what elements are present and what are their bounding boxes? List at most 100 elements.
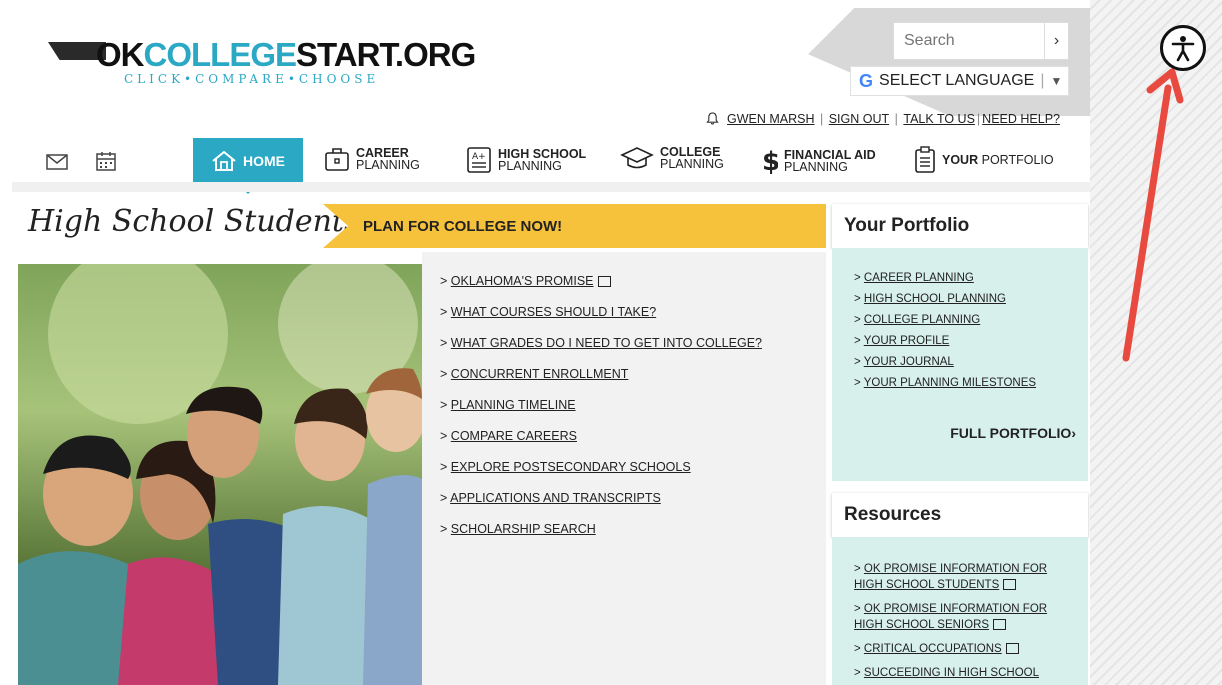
language-separator: | [1040, 72, 1045, 89]
bullet-prefix: > [854, 314, 861, 326]
talk-to-us-link[interactable]: TALK TO US [903, 112, 975, 126]
external-link-icon [1005, 643, 1019, 655]
bullet-prefix: > [854, 335, 861, 347]
quick-link-link[interactable]: APPLICATIONS AND TRANSCRIPTS [450, 491, 661, 505]
mail-icon[interactable] [46, 154, 68, 170]
language-select[interactable]: G SELECT LANGUAGE | ▼ [850, 66, 1069, 96]
portfolio-link-link[interactable]: COLLEGE PLANNING [864, 314, 980, 326]
dropdown-arrow-icon: ▼ [1050, 74, 1063, 88]
google-icon: G [859, 70, 874, 91]
search-box: › [893, 22, 1069, 60]
separator: | [976, 112, 981, 126]
resource-link-link[interactable]: CRITICAL OCCUPATIONS [864, 643, 1002, 655]
user-name-link[interactable]: GWEN MARSH [727, 112, 815, 126]
logo-text: OKCOLLEGESTART.ORG [96, 36, 476, 73]
quick-link: > WHAT COURSES SHOULD I TAKE? [440, 305, 826, 323]
separator: | [894, 112, 898, 126]
portfolio-card: > CAREER PLANNING > HIGH SCHOOL PLANNING >… [832, 248, 1088, 481]
portfolio-link: > YOUR PROFILE [854, 335, 1088, 347]
resources-card: > OK PROMISE INFORMATION FOR HIGH SCHOOL… [832, 537, 1088, 685]
portfolio-link-link[interactable]: YOUR PLANNING MILESTONES [864, 377, 1036, 389]
separator: | [819, 112, 824, 126]
accessibility-icon [1171, 36, 1195, 62]
full-portfolio-link[interactable]: FULL PORTFOLIO› [950, 425, 1076, 441]
logo-tagline: CLICK•COMPARE•CHOOSE [124, 72, 380, 86]
quick-link: > OKLAHOMA'S PROMISE [440, 274, 826, 292]
plan-for-college-banner: PLAN FOR COLLEGE NOW! [323, 204, 826, 248]
nav-fin-rest: PLANNING [784, 160, 848, 174]
portfolio-link: > YOUR JOURNAL [854, 356, 1088, 368]
resource-link: > OK PROMISE INFORMATION FOR HIGH SCHOOL… [854, 601, 1078, 633]
quick-link-link[interactable]: PLANNING TIMELINE [451, 398, 576, 412]
home-icon [212, 150, 236, 171]
page: OKCOLLEGESTART.ORG CLICK•COMPARE•CHOOSE … [12, 8, 1090, 685]
search-button[interactable]: › [1044, 23, 1068, 59]
nav-home-tab[interactable]: HOME [193, 138, 303, 194]
bullet-prefix: > [440, 367, 448, 381]
resource-link-link[interactable]: OK PROMISE INFORMATION FOR HIGH SCHOOL S… [854, 563, 1047, 591]
bullet-prefix: > [440, 522, 448, 536]
bullet-prefix: > [440, 305, 448, 319]
nav-your-bold: YOUR [942, 153, 979, 167]
nav-college-rest: PLANNING [660, 157, 724, 171]
nav-your-portfolio[interactable]: YOUR PORTFOLIO [914, 146, 1054, 174]
nav-your-rest: PORTFOLIO [981, 153, 1054, 167]
nav-career-rest: PLANNING [356, 158, 420, 172]
svg-text:$: $ [762, 147, 778, 176]
bullet-prefix: > [440, 336, 448, 350]
quick-link-link[interactable]: WHAT GRADES DO I NEED TO GET INTO COLLEG… [451, 336, 762, 350]
portfolio-link-link[interactable]: HIGH SCHOOL PLANNING [864, 293, 1006, 305]
quick-link: > SCHOLARSHIP SEARCH [440, 522, 826, 540]
resource-link-link[interactable]: OK PROMISE INFORMATION FOR HIGH SCHOOL S… [854, 603, 1047, 631]
portfolio-link-link[interactable]: CAREER PLANNING [864, 272, 974, 284]
portfolio-link: > HIGH SCHOOL PLANNING [854, 293, 1088, 305]
external-link-icon [993, 619, 1007, 631]
language-label: SELECT LANGUAGE [879, 72, 1035, 89]
quick-link-link[interactable]: WHAT COURSES SHOULD I TAKE? [451, 305, 656, 319]
briefcase-icon [325, 148, 349, 171]
nav-home-label: HOME [243, 153, 285, 169]
quick-link-link[interactable]: EXPLORE POSTSECONDARY SCHOOLS [451, 460, 691, 474]
quick-link-link[interactable]: SCHOLARSHIP SEARCH [451, 522, 596, 536]
bullet-prefix: > [854, 603, 861, 615]
bullet-prefix: > [854, 356, 861, 368]
quick-link: > APPLICATIONS AND TRANSCRIPTS [440, 491, 826, 509]
bell-icon [706, 112, 719, 125]
user-links: GWEN MARSH | SIGN OUT | TALK TO US | NEED … [706, 112, 1062, 126]
resources-card-title: Resources [832, 493, 1088, 547]
bullet-prefix: > [440, 460, 448, 474]
bullet-prefix: > [440, 274, 448, 288]
quick-link-link[interactable]: OKLAHOMA'S PROMISE [451, 274, 594, 288]
need-help-link[interactable]: NEED HELP? [982, 112, 1060, 126]
sign-out-link[interactable]: SIGN OUT [829, 112, 889, 126]
bullet-prefix: > [440, 398, 448, 412]
calendar-icon[interactable] [96, 151, 116, 171]
nav-college-planning[interactable]: COLLEGE PLANNING [620, 146, 724, 170]
graduation-cap-icon [620, 147, 654, 169]
quick-link: > EXPLORE POSTSECONDARY SCHOOLS [440, 460, 826, 478]
search-input[interactable] [894, 23, 1044, 59]
annotation-arrow [1122, 68, 1184, 362]
grades-icon: A+ [467, 147, 491, 173]
resources-links-list: > OK PROMISE INFORMATION FOR HIGH SCHOOL… [832, 537, 1088, 681]
resource-link: > CRITICAL OCCUPATIONS [854, 641, 1078, 657]
portfolio-link-link[interactable]: YOUR JOURNAL [864, 356, 954, 368]
nav-high-school-planning[interactable]: A+ HIGH SCHOOL PLANNING [466, 146, 586, 174]
quick-link-link[interactable]: CONCURRENT ENROLLMENT [451, 367, 629, 381]
chevron-right-icon: › [1071, 425, 1076, 441]
svg-text:A+: A+ [472, 152, 486, 162]
nav-career-planning[interactable]: CAREER PLANNING [324, 146, 420, 172]
bullet-prefix: > [854, 643, 861, 655]
bullet-prefix: > [854, 377, 861, 389]
quick-link: > WHAT GRADES DO I NEED TO GET INTO COLL… [440, 336, 826, 354]
resource-link-link[interactable]: SUCCEEDING IN HIGH SCHOOL [864, 667, 1039, 679]
resource-link: > OK PROMISE INFORMATION FOR HIGH SCHOOL… [854, 561, 1078, 593]
portfolio-link: > YOUR PLANNING MILESTONES [854, 377, 1088, 389]
page-title: High School Students [28, 204, 360, 239]
site-logo[interactable]: OKCOLLEGESTART.ORG CLICK•COMPARE•CHOOSE [48, 36, 476, 90]
portfolio-link-link[interactable]: YOUR PROFILE [864, 335, 950, 347]
resource-link: > SUCCEEDING IN HIGH SCHOOL [854, 665, 1078, 681]
quick-link-link[interactable]: COMPARE CAREERS [451, 429, 577, 443]
bullet-prefix: > [440, 491, 448, 505]
nav-financial-aid-planning[interactable]: $ FINANCIAL AID PLANNING [762, 146, 876, 176]
